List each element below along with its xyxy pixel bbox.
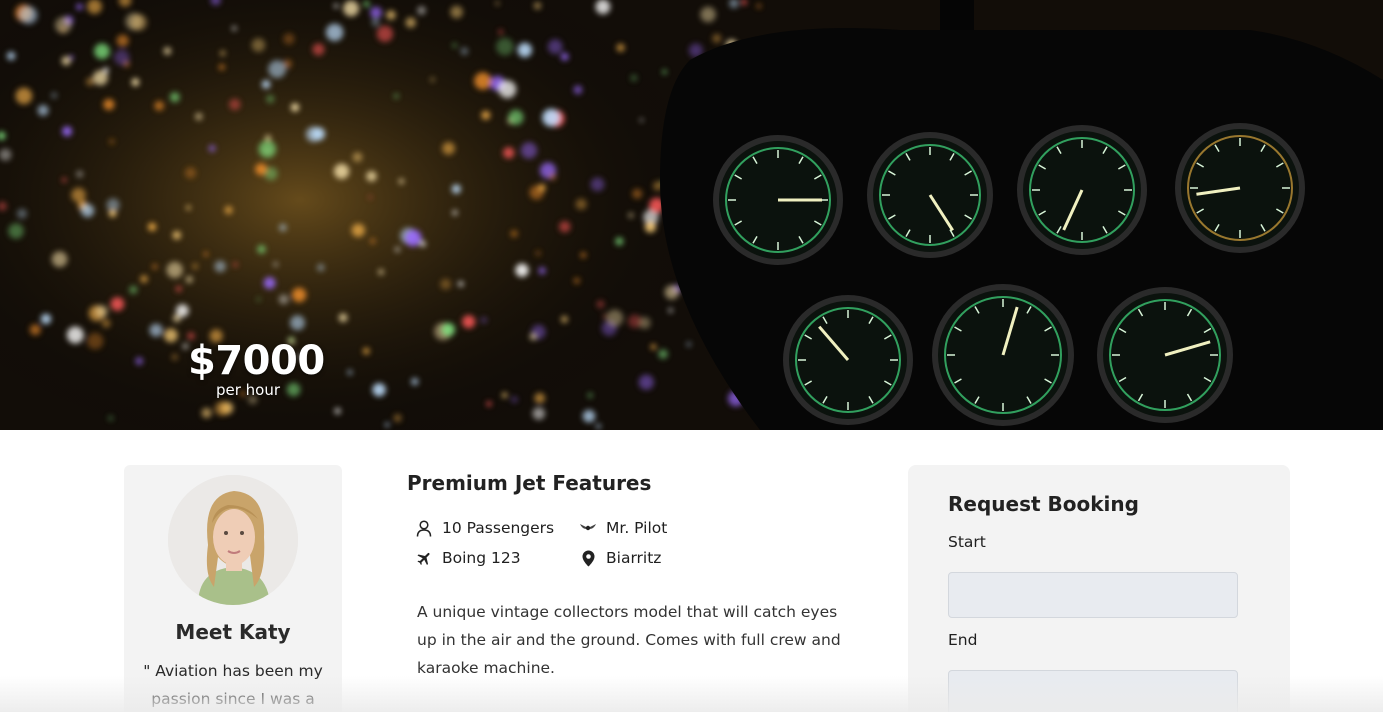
price-amount: $7000 (188, 338, 325, 384)
feature-label: Boing 123 (442, 549, 521, 567)
pilot-wings-icon (579, 519, 597, 537)
end-label: End (948, 631, 978, 649)
end-date-input[interactable] (948, 670, 1238, 712)
booking-form: Request Booking Start End (908, 465, 1290, 712)
aircraft-description: A unique vintage collectors model that w… (417, 603, 841, 677)
profile-quote: " Aviation has been my passion since I w… (143, 662, 323, 708)
person-icon (415, 519, 433, 537)
price-unit: per hour (215, 381, 281, 399)
start-date-input[interactable] (948, 572, 1238, 618)
feature-pilot: Mr. Pilot (579, 516, 667, 540)
start-label: Start (948, 533, 986, 551)
price-block: $7000 per hour (188, 338, 325, 399)
pilot-profile-card: Meet Katy " Aviation has been my passion… (124, 465, 342, 712)
feature-location: Biarritz (579, 546, 661, 570)
map-pin-icon (579, 549, 597, 567)
features-title: Premium Jet Features (407, 471, 652, 495)
profile-name: Meet Katy (175, 620, 291, 644)
feature-passengers: 10 Passengers (415, 516, 554, 540)
avatar-portrait-image (168, 475, 298, 605)
hero-banner: $7000 per hour (0, 0, 1383, 430)
airplane-icon (415, 549, 433, 567)
avatar (168, 475, 298, 605)
feature-label: 10 Passengers (442, 519, 555, 537)
feature-aircraft: Boing 123 (415, 546, 521, 570)
booking-title: Request Booking (948, 492, 1139, 516)
feature-label: Mr. Pilot (606, 519, 668, 537)
feature-label: Biarritz (606, 549, 662, 567)
